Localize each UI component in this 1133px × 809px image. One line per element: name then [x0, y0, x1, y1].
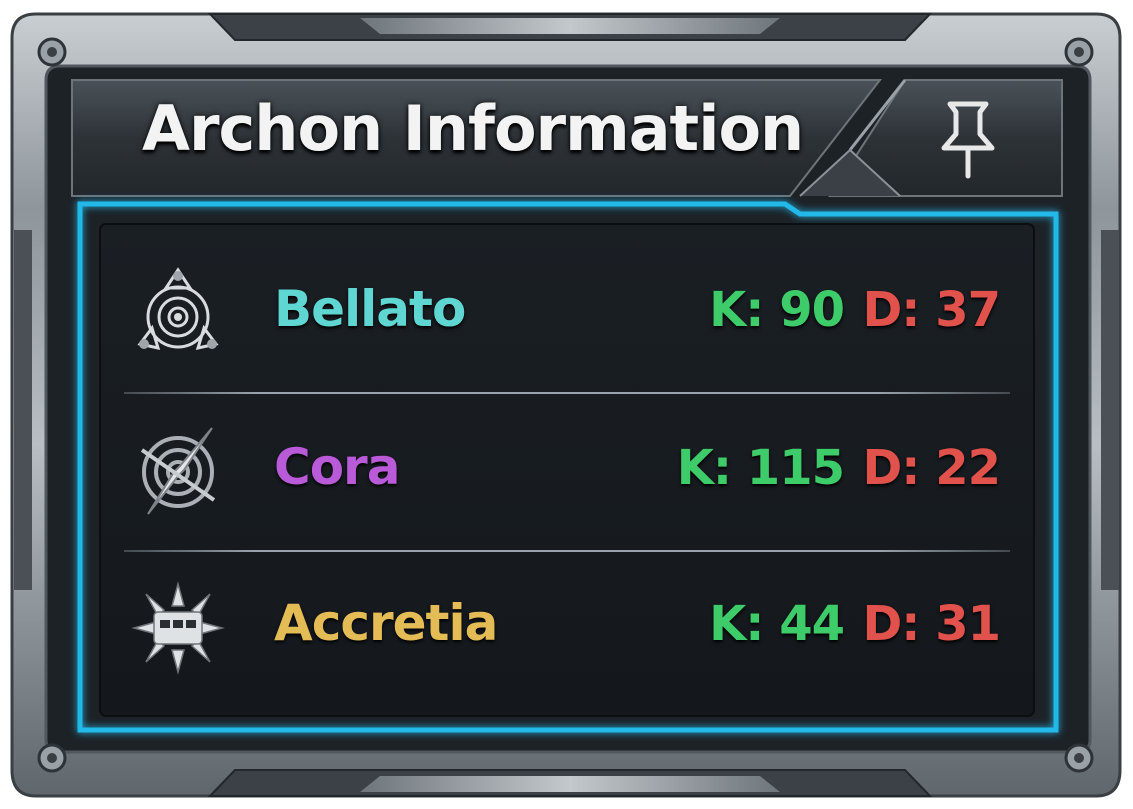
- kill-count: K: 90: [709, 282, 845, 338]
- faction-row: Cora K: 115 D: 22: [102, 386, 1032, 542]
- death-count: D: 37: [862, 282, 1001, 338]
- cora-emblem-icon: [128, 420, 228, 520]
- faction-name-bellato: Bellato: [274, 280, 466, 338]
- window-title: Archon Information: [142, 92, 804, 165]
- faction-list: Bellato K: 90 D: 37 Cora K: 115 D: 22 Ac…: [102, 226, 1032, 714]
- death-count: D: 31: [862, 596, 1001, 652]
- faction-row: Bellato K: 90 D: 37: [102, 228, 1032, 384]
- death-count: D: 22: [862, 440, 1001, 496]
- faction-row: Accretia K: 44 D: 31: [102, 542, 1032, 698]
- pushpin-icon: [941, 101, 995, 179]
- faction-name-cora: Cora: [274, 438, 400, 496]
- kill-count: K: 115: [676, 440, 845, 496]
- kill-count: K: 44: [709, 596, 845, 652]
- accretia-emblem-icon: [128, 576, 228, 676]
- bellato-emblem-icon: [128, 262, 228, 362]
- pin-button[interactable]: [928, 92, 1008, 188]
- faction-name-accretia: Accretia: [274, 594, 498, 652]
